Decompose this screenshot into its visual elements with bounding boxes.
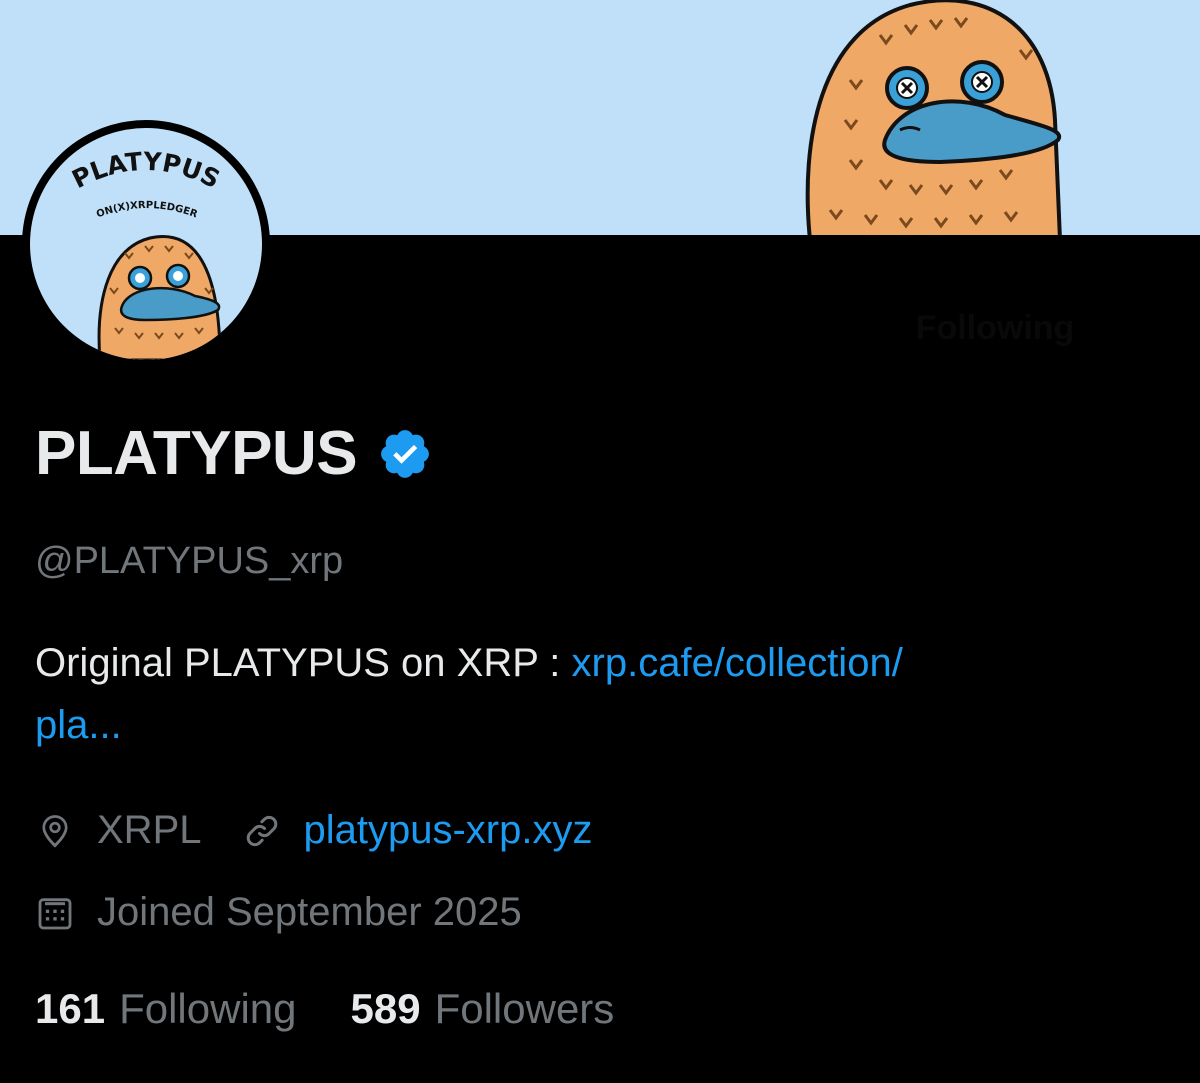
followers-stat-link[interactable]: 589 Followers xyxy=(351,985,615,1033)
location-pin-icon xyxy=(42,814,68,847)
profile-avatar[interactable]: PLATYPUS ON(X)XRPLEDGER xyxy=(22,120,270,368)
link-icon xyxy=(246,815,277,846)
profile-stats: 161 Following 589 Followers xyxy=(35,985,614,1033)
avatar-subtitle-text: ON(X)XRPLEDGER xyxy=(95,200,199,221)
profile-location: XRPL xyxy=(97,808,202,852)
following-button[interactable]: Following xyxy=(870,295,1120,361)
profile-handle: @PLATYPUS_xrp xyxy=(35,540,344,582)
platypus-mascot-image xyxy=(805,0,1062,235)
display-name: PLATYPUS xyxy=(35,419,358,488)
avatar-image: PLATYPUS ON(X)XRPLEDGER xyxy=(30,128,262,360)
profile-website-link[interactable]: platypus-xrp.xyz xyxy=(304,808,593,853)
profile-joined-row: Joined September 2025 xyxy=(35,890,522,935)
followers-count: 589 xyxy=(350,985,421,1032)
followers-label: Followers xyxy=(434,985,615,1032)
calendar-icon xyxy=(38,897,72,929)
following-label: Following xyxy=(119,985,297,1032)
following-count: 161 xyxy=(35,985,106,1032)
display-name-row: PLATYPUS xyxy=(35,418,433,489)
avatar-title-text: PLATYPUS xyxy=(67,147,224,194)
profile-meta-row: XRPL platypus-xrp.xyz xyxy=(35,808,592,853)
avatar-artwork: PLATYPUS ON(X)XRPLEDGER xyxy=(67,147,225,360)
bio-text: Original PLATYPUS on XRP : xyxy=(35,641,572,685)
more-options-button[interactable] xyxy=(605,295,671,361)
bio-link-line1: xrp.cafe/collection/ xyxy=(571,641,903,685)
verified-badge-icon[interactable] xyxy=(377,426,433,482)
following-stat-link[interactable]: 161 Following xyxy=(35,985,297,1033)
profile-bio: Original PLATYPUS on XRP : xrp.cafe/coll… xyxy=(35,632,1135,756)
profile-joined-date: Joined September 2025 xyxy=(97,890,522,934)
bio-link-line2: pla... xyxy=(35,703,122,747)
